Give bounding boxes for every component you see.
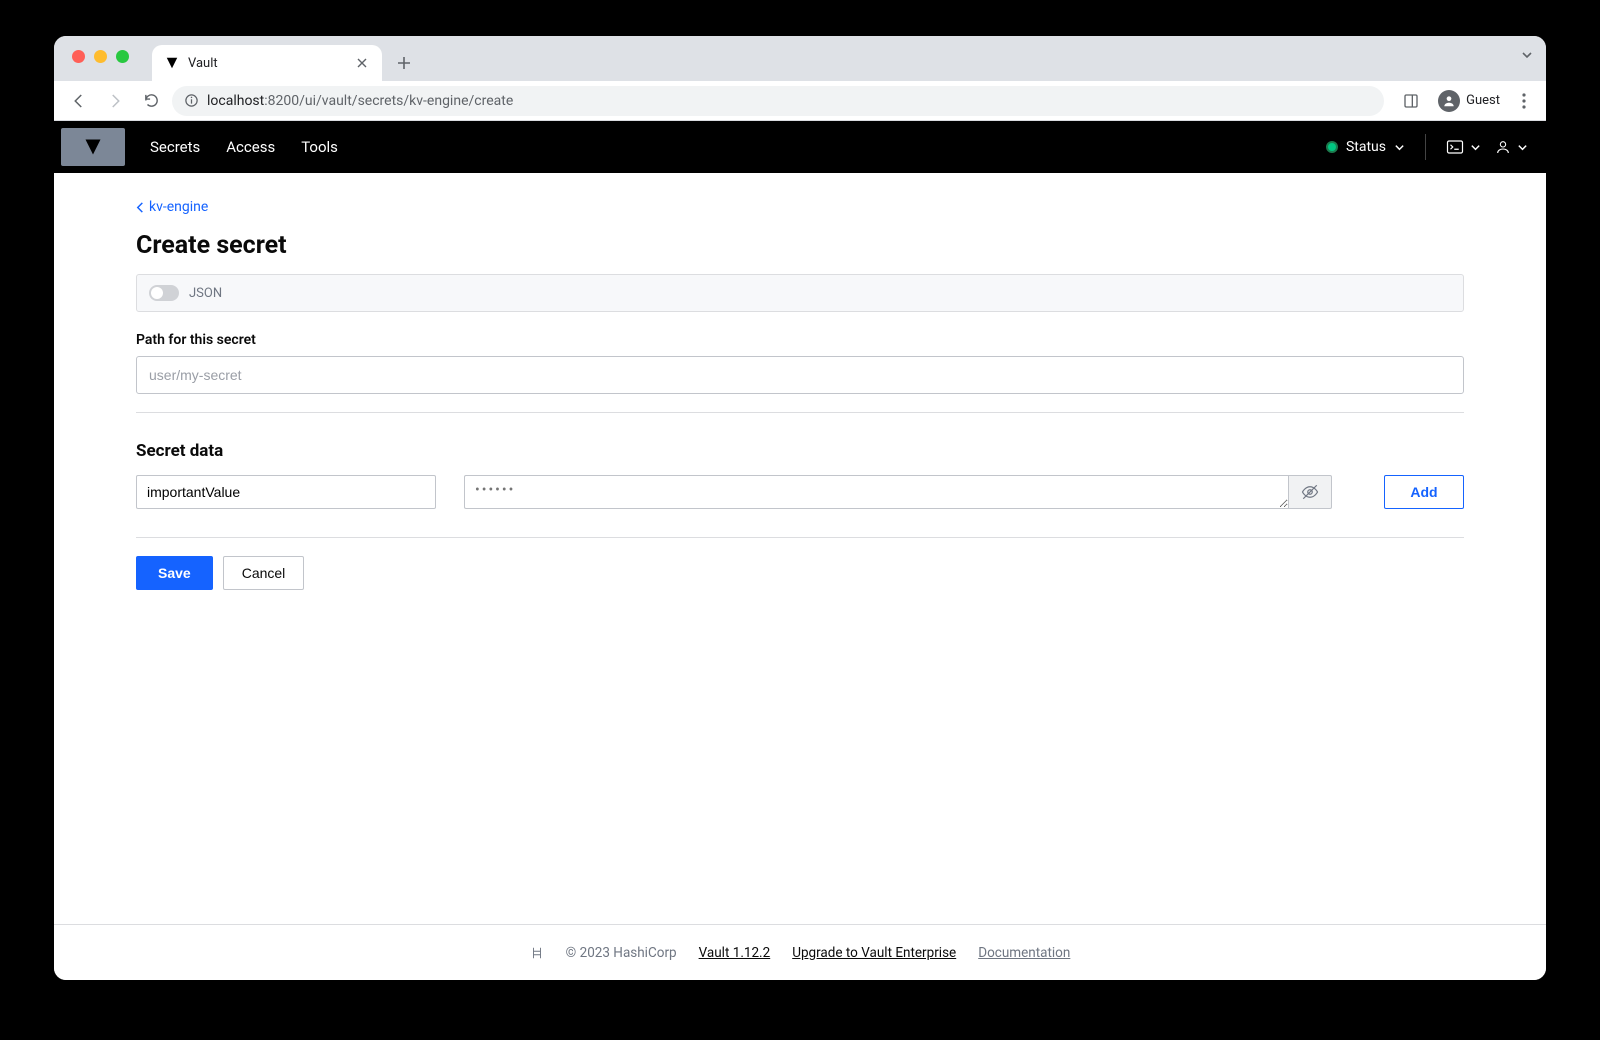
browser-toolbar: localhost:8200/ui/vault/secrets/kv-engin… — [54, 81, 1546, 121]
save-button[interactable]: Save — [136, 556, 213, 590]
nav-divider — [1425, 134, 1426, 160]
breadcrumb[interactable]: kv-engine — [136, 199, 1464, 215]
user-dropdown[interactable] — [1495, 139, 1528, 155]
secret-kv-row: Add — [136, 475, 1464, 509]
toggle-mask-button[interactable] — [1288, 475, 1332, 509]
breadcrumb-label: kv-engine — [149, 199, 208, 215]
browser-window: Vault localhost:8200/ui/vault/secr — [54, 36, 1546, 980]
secret-key-input[interactable] — [136, 475, 436, 509]
form-actions: Save Cancel — [136, 556, 1464, 590]
eye-off-icon — [1301, 483, 1319, 501]
chevron-down-icon — [1470, 142, 1481, 153]
secret-data-heading: Secret data — [136, 441, 1464, 461]
page-content: kv-engine Create secret JSON Path for th… — [54, 173, 1546, 924]
json-toggle[interactable] — [149, 285, 179, 301]
json-toggle-row: JSON — [136, 274, 1464, 312]
chevron-left-icon — [136, 202, 145, 213]
json-toggle-label: JSON — [189, 286, 222, 301]
status-indicator-icon — [1326, 141, 1338, 153]
footer-copyright: © 2023 HashiCorp — [566, 945, 677, 961]
profile-label: Guest — [1466, 93, 1500, 108]
page-title: Create secret — [136, 231, 1464, 260]
section-divider — [136, 537, 1464, 538]
guest-avatar-icon — [1438, 90, 1460, 112]
footer-version-link[interactable]: Vault 1.12.2 — [699, 945, 771, 961]
browser-tabstrip: Vault — [54, 36, 1546, 81]
user-icon — [1495, 139, 1511, 155]
url-text: localhost:8200/ui/vault/secrets/kv-engin… — [207, 93, 513, 109]
status-dropdown[interactable]: Status — [1326, 139, 1405, 155]
app-nav: Secrets Access Tools Status — [54, 121, 1546, 173]
window-minimize-icon[interactable] — [94, 50, 107, 63]
status-label: Status — [1346, 139, 1386, 155]
nav-link-secrets[interactable]: Secrets — [150, 138, 200, 156]
tab-close-icon[interactable] — [354, 55, 370, 71]
nav-link-access[interactable]: Access — [226, 138, 275, 156]
cancel-button[interactable]: Cancel — [223, 556, 305, 590]
console-dropdown[interactable] — [1446, 139, 1481, 155]
nav-back-button[interactable] — [64, 86, 94, 116]
tab-overflow-icon[interactable] — [1520, 48, 1534, 62]
window-controls — [72, 50, 129, 63]
nav-forward-button[interactable] — [100, 86, 130, 116]
nav-reload-button[interactable] — [136, 86, 166, 116]
tab-title: Vault — [188, 56, 346, 71]
vault-logo-icon[interactable] — [61, 128, 125, 166]
secret-value-input[interactable] — [464, 475, 1288, 509]
path-input[interactable] — [136, 356, 1464, 394]
site-info-icon[interactable] — [184, 93, 199, 108]
window-close-icon[interactable] — [72, 50, 85, 63]
nav-link-tools[interactable]: Tools — [301, 138, 338, 156]
browser-menu-icon[interactable] — [1512, 93, 1536, 109]
extension-panel-icon[interactable] — [1396, 86, 1426, 116]
chevron-down-icon — [1517, 142, 1528, 153]
profile-chip[interactable]: Guest — [1432, 88, 1506, 114]
footer-docs-link[interactable]: Documentation — [978, 945, 1070, 961]
section-divider — [136, 412, 1464, 413]
chevron-down-icon — [1394, 142, 1405, 153]
hashicorp-icon — [530, 946, 544, 960]
vault-app: Secrets Access Tools Status — [54, 121, 1546, 980]
terminal-icon — [1446, 139, 1464, 155]
path-label: Path for this secret — [136, 332, 1464, 348]
browser-tab[interactable]: Vault — [152, 45, 382, 81]
window-zoom-icon[interactable] — [116, 50, 129, 63]
app-footer: © 2023 HashiCorp Vault 1.12.2 Upgrade to… — [54, 924, 1546, 980]
address-bar[interactable]: localhost:8200/ui/vault/secrets/kv-engin… — [172, 86, 1384, 116]
add-button[interactable]: Add — [1384, 475, 1464, 509]
vault-favicon-icon — [164, 55, 180, 71]
footer-upgrade-link[interactable]: Upgrade to Vault Enterprise — [792, 945, 956, 961]
new-tab-button[interactable] — [390, 49, 418, 77]
